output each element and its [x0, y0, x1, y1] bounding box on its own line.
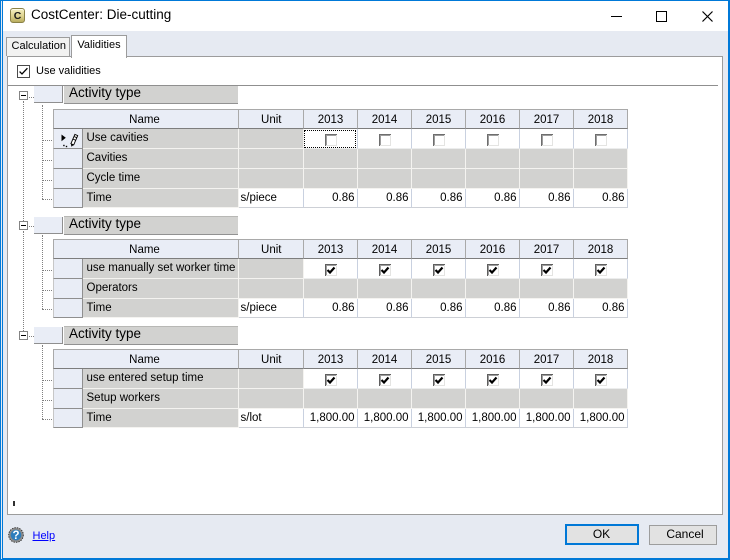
- svg-text:?: ?: [12, 530, 19, 542]
